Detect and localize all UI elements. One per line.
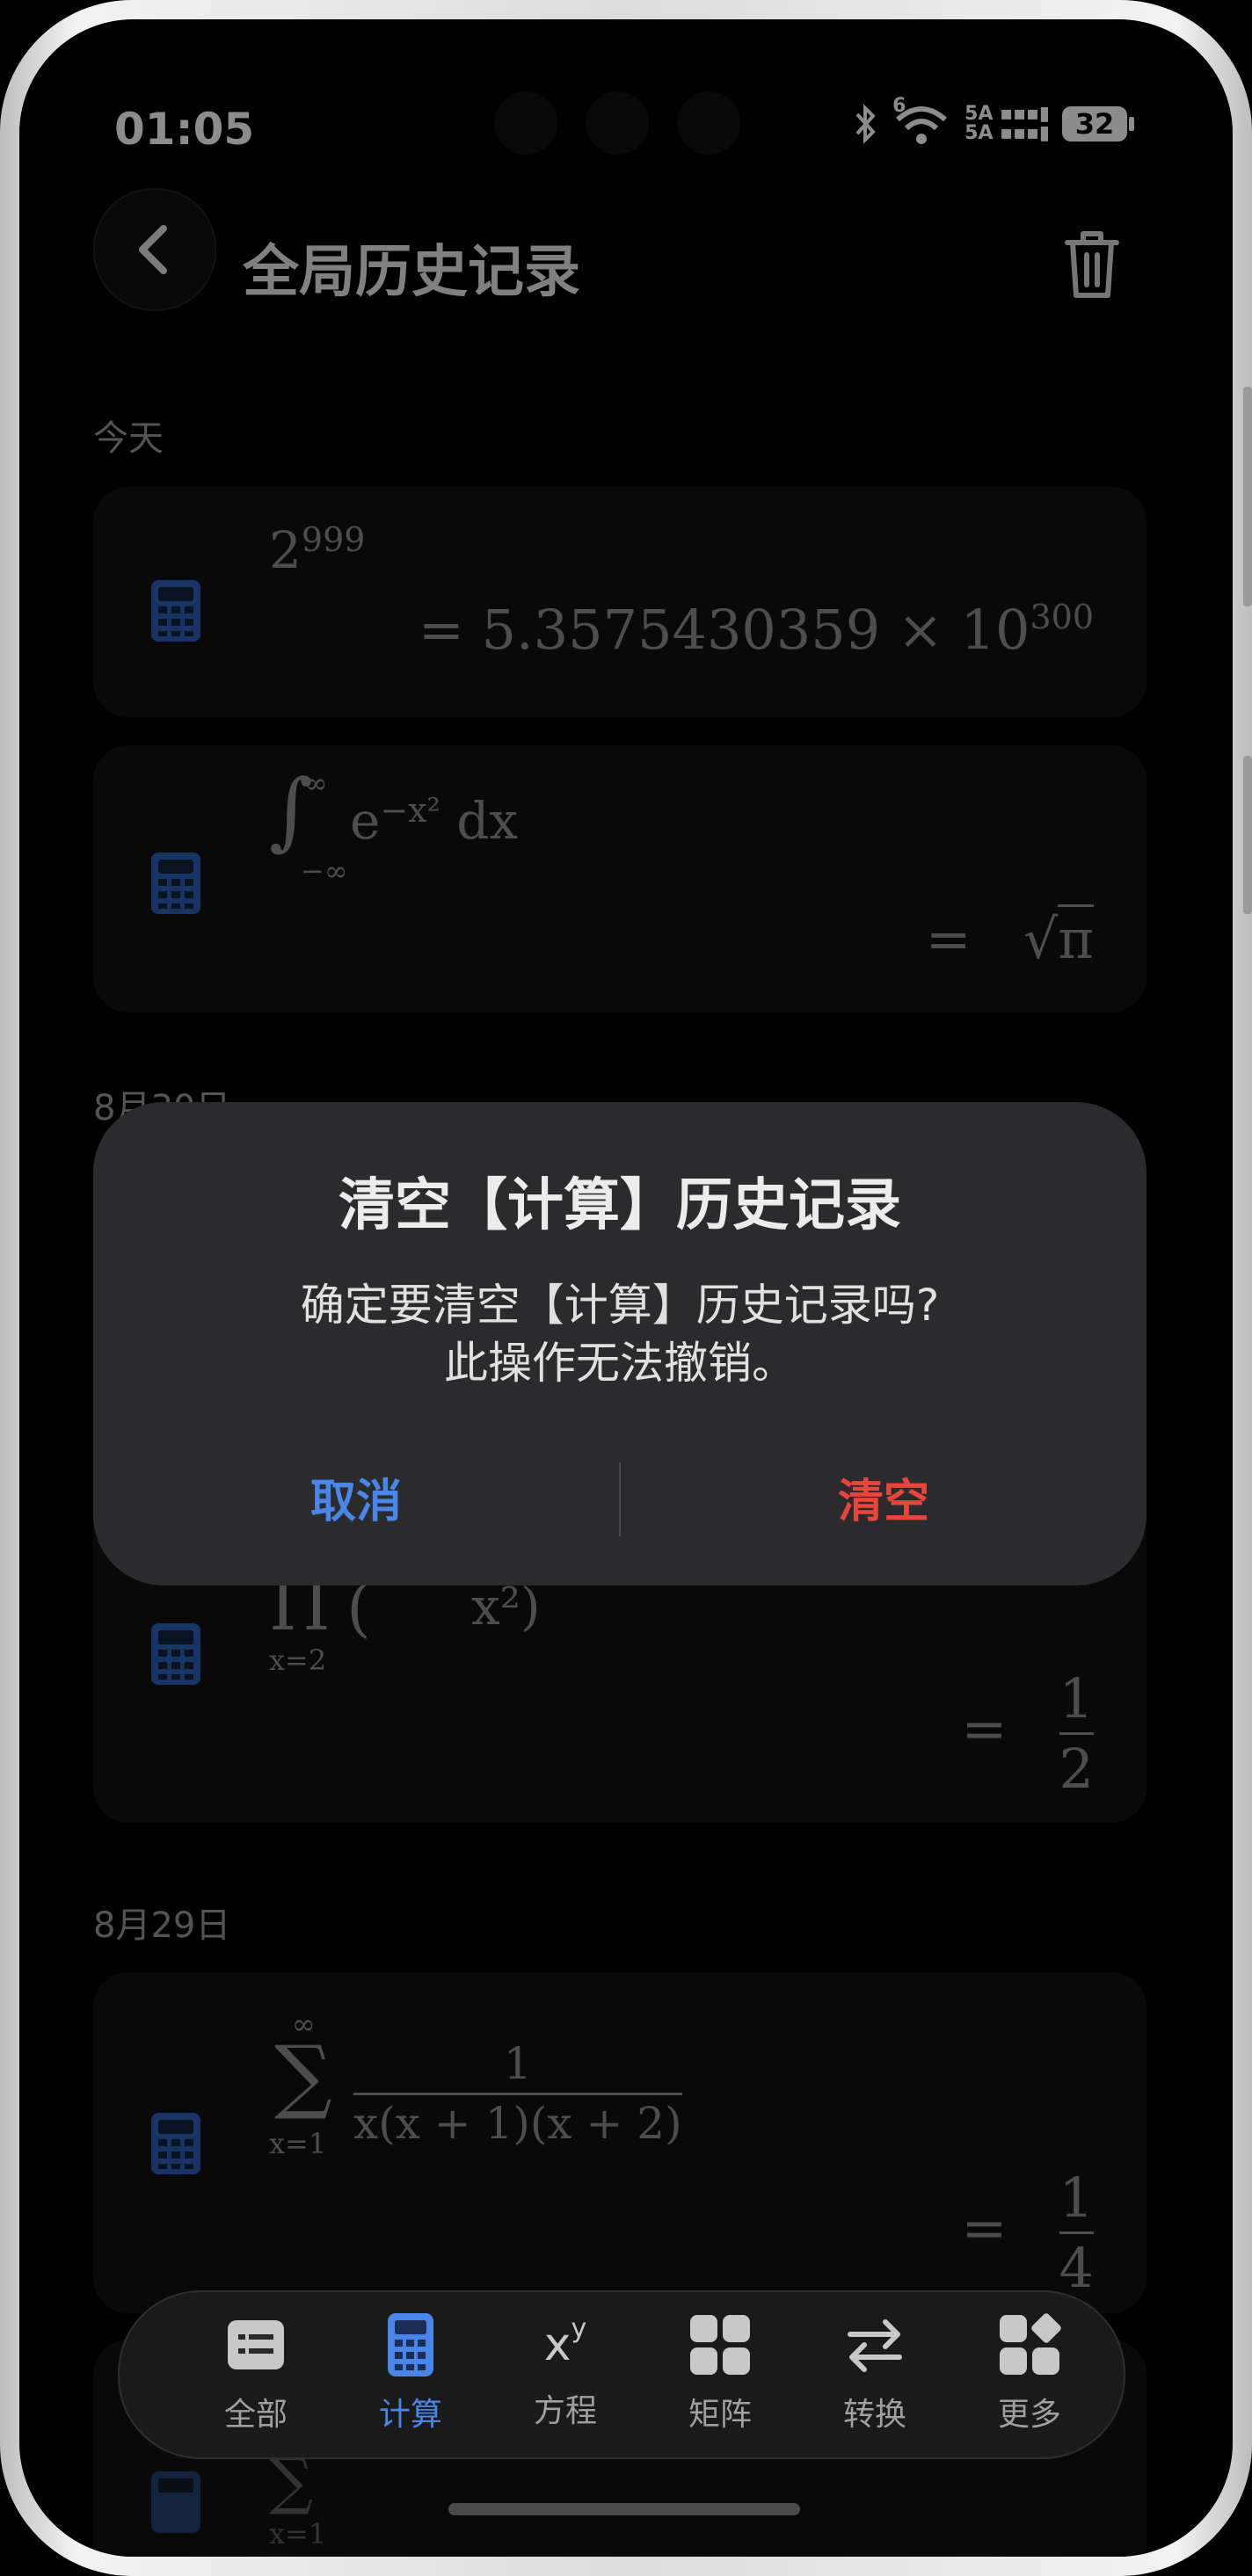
nav-label: 更多 (997, 2397, 1061, 2433)
power-icon-exp: y (571, 2313, 587, 2344)
nav-item-calc[interactable]: 计算 (345, 2311, 477, 2443)
power-icon: xy (532, 2311, 599, 2378)
nav-label: 计算 (378, 2397, 442, 2433)
bottom-nav: 全部 计算 xy 方程 矩阵 转换 更多 (118, 2290, 1125, 2459)
nav-item-more[interactable]: 更多 (964, 2311, 1096, 2443)
cancel-button[interactable]: 取消 (93, 1462, 619, 1542)
nav-item-convert[interactable]: 转换 (809, 2311, 941, 2443)
dialog-message-line: 此操作无法撤销。 (444, 1338, 796, 1389)
dialog-message: 确定要清空【计算】历史记录吗? 此操作无法撤销。 (93, 1276, 1146, 1392)
nav-label: 矩阵 (688, 2397, 752, 2433)
home-indicator[interactable] (448, 2503, 800, 2515)
nav-item-matrix[interactable]: 矩阵 (654, 2311, 786, 2443)
power-button (1243, 756, 1252, 914)
confirm-dialog: 清空【计算】历史记录 确定要清空【计算】历史记录吗? 此操作无法撤销。 取消 清… (93, 1102, 1146, 1586)
screen: 01:05 6 5A ▪▪▪▮ 5A ▪▪▪▮ 32 全局历史记录 今天 299 (19, 19, 1233, 2557)
nav-label: 全部 (223, 2397, 288, 2433)
grid-icon (690, 2315, 750, 2375)
nav-label: 方程 (533, 2393, 597, 2429)
swap-icon (848, 2319, 902, 2372)
dialog-title: 清空【计算】历史记录 (338, 1173, 901, 1238)
nav-item-equation[interactable]: xy 方程 (499, 2311, 631, 2443)
dialog-message-line: 确定要清空【计算】历史记录吗? (300, 1280, 940, 1331)
list-icon (228, 2320, 284, 2369)
nav-item-all[interactable]: 全部 (190, 2311, 322, 2443)
nav-label: 转换 (842, 2397, 906, 2433)
volume-button (1243, 387, 1252, 606)
clear-button[interactable]: 清空 (621, 1462, 1146, 1542)
power-icon-base: x (543, 2318, 571, 2371)
more-icon (1000, 2313, 1061, 2375)
calculator-icon (388, 2313, 433, 2376)
